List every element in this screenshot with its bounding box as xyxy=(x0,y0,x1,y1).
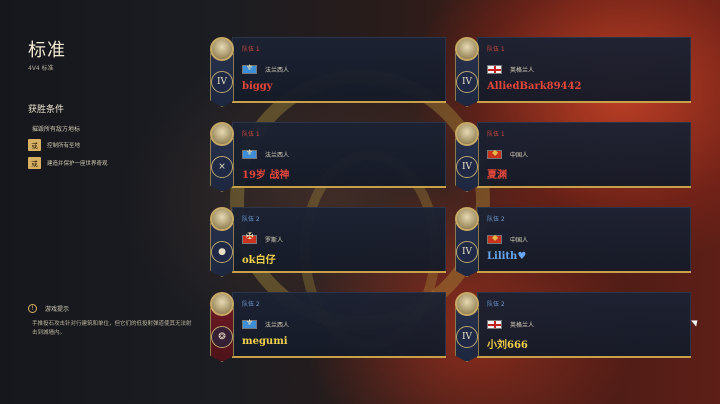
team-label: 队伍 1 xyxy=(487,131,505,138)
card-underline xyxy=(477,186,691,188)
condition-text: 建造并保护一座世界奇观 xyxy=(47,161,108,167)
card-underline xyxy=(232,271,446,273)
mode-subtitle: 4V4 标准 xyxy=(28,65,54,72)
civilization: 英格兰人 xyxy=(487,65,534,74)
player-card[interactable]: IV 队伍 1 英格兰人 AlliedBark89442 xyxy=(455,37,691,107)
age-icon: IV xyxy=(456,241,478,263)
victory-primary-condition: 摧毁所有敌方地标 xyxy=(32,126,81,133)
team-label: 队伍 1 xyxy=(487,46,505,53)
civilization: 法兰西人 xyxy=(242,148,290,159)
player-name[interactable]: biggy xyxy=(242,81,273,92)
civilization: 中国人 xyxy=(487,148,529,159)
age-icon: ❂ xyxy=(211,326,233,348)
civilization: 法兰西人 xyxy=(242,318,290,329)
mode-title: 标准 xyxy=(28,40,66,61)
player-portrait-icon[interactable] xyxy=(210,122,234,146)
team-label: 队伍 2 xyxy=(487,301,505,308)
civilization-name: 法兰西人 xyxy=(265,322,290,329)
civilization: 英格兰人 xyxy=(487,320,534,329)
rus-flag-icon xyxy=(242,232,257,244)
card-underline xyxy=(232,101,446,103)
player-card[interactable]: IV 队伍 1 中国人 夏渊 xyxy=(455,122,691,192)
civilization-name: 英格兰人 xyxy=(510,67,535,74)
civilization-name: 法兰西人 xyxy=(265,67,290,74)
civilization-name: 英格兰人 xyxy=(510,322,535,329)
team-label: 队伍 2 xyxy=(242,216,260,223)
civilization: 中国人 xyxy=(487,233,529,244)
player-portrait-icon[interactable] xyxy=(210,292,234,316)
england-flag-icon xyxy=(487,65,502,74)
player-card[interactable]: ● 队伍 2 罗斯人 ok白仔 xyxy=(210,207,446,277)
civilization-name: 中国人 xyxy=(510,152,529,159)
info-icon: ! xyxy=(28,304,37,313)
or-badge: 或 xyxy=(28,139,41,151)
age-icon: ● xyxy=(211,241,233,263)
player-card[interactable]: ❂ 队伍 2 法兰西人 megumi xyxy=(210,292,446,362)
victory-condition-2: 或 建造并保护一座世界奇观 xyxy=(28,157,198,169)
france-flag-icon xyxy=(242,148,257,159)
condition-text: 控制所有圣地 xyxy=(47,143,81,149)
match-info-panel: 标准 4V4 标准 获胜条件 摧毁所有敌方地标 或 控制所有圣地 或 建造并保护… xyxy=(28,36,198,169)
player-portrait-icon[interactable] xyxy=(210,207,234,231)
victory-condition-1: 或 控制所有圣地 xyxy=(28,139,198,151)
civilization-name: 罗斯人 xyxy=(265,237,284,244)
player-name[interactable]: 夏渊 xyxy=(487,166,507,181)
team-label: 队伍 1 xyxy=(242,131,260,138)
player-portrait-icon[interactable] xyxy=(455,292,479,316)
france-flag-icon xyxy=(242,63,257,74)
player-name[interactable]: Lilith♥ xyxy=(487,251,526,262)
mouse-cursor-icon xyxy=(691,317,700,327)
or-badge: 或 xyxy=(28,157,41,169)
china-flag-icon xyxy=(487,233,502,244)
age-icon: IV xyxy=(456,156,478,178)
player-card[interactable]: × 队伍 1 法兰西人 19岁 战神 xyxy=(210,122,446,192)
player-name[interactable]: ok白仔 xyxy=(242,251,276,266)
france-flag-icon xyxy=(242,318,257,329)
civilization-name: 中国人 xyxy=(510,237,529,244)
game-tip: ! 游戏提示 手推投石攻击针对行建筑和单位，但它们的低投射弹道使其无法射击到城墙… xyxy=(28,304,193,338)
player-name[interactable]: 小刘666 xyxy=(487,336,528,351)
team-label: 队伍 2 xyxy=(487,216,505,223)
china-flag-icon xyxy=(487,148,502,159)
player-name[interactable]: 19岁 战神 xyxy=(242,166,289,181)
player-card[interactable]: IV 队伍 2 英格兰人 小刘666 xyxy=(455,292,691,362)
player-portrait-icon[interactable] xyxy=(455,37,479,61)
team-label: 队伍 1 xyxy=(242,46,260,53)
player-portrait-icon[interactable] xyxy=(455,207,479,231)
victory-conditions-title: 获胜条件 xyxy=(28,105,65,115)
civilization: 罗斯人 xyxy=(242,232,284,244)
tip-body: 手推投石攻击针对行建筑和单位，但它们的低投射弹道使其无法射击到城墙内。 xyxy=(32,321,192,336)
card-underline xyxy=(232,186,446,188)
player-card[interactable]: IV 队伍 1 法兰西人 biggy xyxy=(210,37,446,107)
england-flag-icon xyxy=(487,320,502,329)
player-card[interactable]: IV 队伍 2 中国人 Lilith♥ xyxy=(455,207,691,277)
team-label: 队伍 2 xyxy=(242,301,260,308)
card-underline xyxy=(232,356,446,358)
civilization: 法兰西人 xyxy=(242,63,290,74)
card-underline xyxy=(477,356,691,358)
age-icon: IV xyxy=(211,71,233,93)
civilization-name: 法兰西人 xyxy=(265,152,290,159)
tip-title: 游戏提示 xyxy=(45,306,70,313)
player-portrait-icon[interactable] xyxy=(210,37,234,61)
card-underline xyxy=(477,271,691,273)
player-portrait-icon[interactable] xyxy=(455,122,479,146)
age-icon: × xyxy=(211,156,233,178)
age-icon: IV xyxy=(456,326,478,348)
player-name[interactable]: megumi xyxy=(242,336,288,347)
player-name[interactable]: AlliedBark89442 xyxy=(487,81,581,92)
age-icon: IV xyxy=(456,71,478,93)
card-underline xyxy=(477,101,691,103)
